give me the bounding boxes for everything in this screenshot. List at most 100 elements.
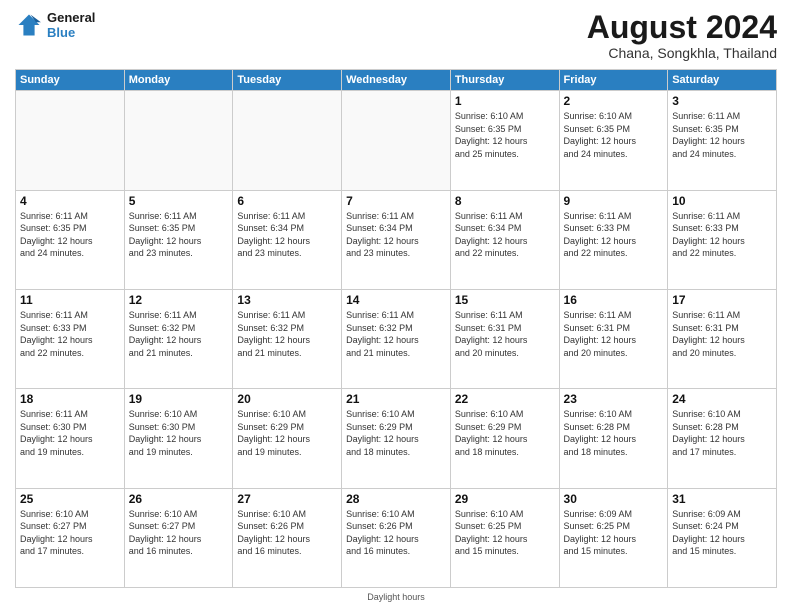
calendar-cell: 24 Sunrise: 6:10 AM Sunset: 6:28 PM Dayli…	[668, 389, 777, 488]
calendar-cell	[342, 91, 451, 190]
day-number: 30	[564, 492, 664, 506]
day-info: Sunrise: 6:11 AM Sunset: 6:34 PM Dayligh…	[346, 210, 446, 260]
calendar-cell: 15Sunrise: 6:11 AM Sunset: 6:31 PM Dayli…	[450, 289, 559, 388]
day-info: Sunrise: 6:11 AM Sunset: 6:33 PM Dayligh…	[672, 210, 772, 260]
day-info: Sunrise: 6:11 AM Sunset: 6:33 PM Dayligh…	[564, 210, 664, 260]
calendar-day-header: Sunday	[16, 70, 125, 91]
day-info: Sunrise: 6:11 AM Sunset: 6:34 PM Dayligh…	[455, 210, 555, 260]
day-info: Sunrise: 6:10 AM Sunset: 6:25 PM Dayligh…	[455, 508, 555, 558]
calendar-day-header: Wednesday	[342, 70, 451, 91]
footer-text: Daylight hours	[367, 592, 425, 602]
calendar-table: SundayMondayTuesdayWednesdayThursdayFrid…	[15, 69, 777, 588]
day-number: 13	[237, 293, 337, 307]
title-block: August 2024 Chana, Songkhla, Thailand	[587, 10, 777, 61]
day-number: 3	[672, 94, 772, 108]
day-info: Sunrise: 6:09 AM Sunset: 6:25 PM Dayligh…	[564, 508, 664, 558]
day-info: Sunrise: 6:10 AM Sunset: 6:35 PM Dayligh…	[564, 110, 664, 160]
calendar-cell: 20 Sunrise: 6:10 AM Sunset: 6:29 PM Dayli…	[233, 389, 342, 488]
calendar-cell: 1 Sunrise: 6:10 AM Sunset: 6:35 PM Daylig…	[450, 91, 559, 190]
day-info: Sunrise: 6:10 AM Sunset: 6:28 PM Dayligh…	[672, 408, 772, 458]
day-number: 14	[346, 293, 446, 307]
day-info: Sunrise: 6:10 AM Sunset: 6:27 PM Dayligh…	[129, 508, 229, 558]
calendar-cell: 7 Sunrise: 6:11 AM Sunset: 6:34 PM Daylig…	[342, 190, 451, 289]
day-info: Sunrise: 6:11 AM Sunset: 6:32 PM Dayligh…	[346, 309, 446, 359]
day-number: 18	[20, 392, 120, 406]
day-info: Sunrise: 6:11 AM Sunset: 6:35 PM Dayligh…	[20, 210, 120, 260]
day-info: Sunrise: 6:11 AM Sunset: 6:35 PM Dayligh…	[129, 210, 229, 260]
calendar-cell: 27Sunrise: 6:10 AM Sunset: 6:26 PM Dayli…	[233, 488, 342, 587]
calendar-cell: 8 Sunrise: 6:11 AM Sunset: 6:34 PM Daylig…	[450, 190, 559, 289]
day-number: 6	[237, 194, 337, 208]
day-number: 1	[455, 94, 555, 108]
day-number: 24	[672, 392, 772, 406]
logo-icon	[15, 11, 43, 39]
calendar-cell	[16, 91, 125, 190]
calendar-cell: 26Sunrise: 6:10 AM Sunset: 6:27 PM Dayli…	[124, 488, 233, 587]
calendar-cell: 9 Sunrise: 6:11 AM Sunset: 6:33 PM Daylig…	[559, 190, 668, 289]
day-info: Sunrise: 6:10 AM Sunset: 6:29 PM Dayligh…	[237, 408, 337, 458]
day-info: Sunrise: 6:10 AM Sunset: 6:26 PM Dayligh…	[346, 508, 446, 558]
calendar-cell: 4 Sunrise: 6:11 AM Sunset: 6:35 PM Daylig…	[16, 190, 125, 289]
calendar-cell: 19Sunrise: 6:10 AM Sunset: 6:30 PM Dayli…	[124, 389, 233, 488]
day-info: Sunrise: 6:11 AM Sunset: 6:35 PM Dayligh…	[672, 110, 772, 160]
day-info: Sunrise: 6:10 AM Sunset: 6:26 PM Dayligh…	[237, 508, 337, 558]
calendar-cell	[124, 91, 233, 190]
calendar-week-row: 18 Sunrise: 6:11 AM Sunset: 6:30 PM Dayli…	[16, 389, 777, 488]
calendar-cell: 30 Sunrise: 6:09 AM Sunset: 6:25 PM Dayli…	[559, 488, 668, 587]
day-info: Sunrise: 6:10 AM Sunset: 6:28 PM Dayligh…	[564, 408, 664, 458]
day-number: 19	[129, 392, 229, 406]
day-number: 16	[564, 293, 664, 307]
calendar-cell: 12Sunrise: 6:11 AM Sunset: 6:32 PM Dayli…	[124, 289, 233, 388]
footer: Daylight hours	[15, 592, 777, 602]
calendar-cell: 13Sunrise: 6:11 AM Sunset: 6:32 PM Dayli…	[233, 289, 342, 388]
calendar-cell: 29 Sunrise: 6:10 AM Sunset: 6:25 PM Dayli…	[450, 488, 559, 587]
day-number: 28	[346, 492, 446, 506]
calendar-day-header: Saturday	[668, 70, 777, 91]
calendar-cell: 18 Sunrise: 6:11 AM Sunset: 6:30 PM Dayli…	[16, 389, 125, 488]
calendar-cell	[233, 91, 342, 190]
day-info: Sunrise: 6:10 AM Sunset: 6:27 PM Dayligh…	[20, 508, 120, 558]
calendar-cell: 10 Sunrise: 6:11 AM Sunset: 6:33 PM Dayli…	[668, 190, 777, 289]
day-number: 25	[20, 492, 120, 506]
day-number: 29	[455, 492, 555, 506]
calendar-cell: 11Sunrise: 6:11 AM Sunset: 6:33 PM Dayli…	[16, 289, 125, 388]
day-number: 7	[346, 194, 446, 208]
calendar-week-row: 25 Sunrise: 6:10 AM Sunset: 6:27 PM Dayli…	[16, 488, 777, 587]
calendar-week-row: 4 Sunrise: 6:11 AM Sunset: 6:35 PM Daylig…	[16, 190, 777, 289]
day-number: 21	[346, 392, 446, 406]
calendar-week-row: 1 Sunrise: 6:10 AM Sunset: 6:35 PM Daylig…	[16, 91, 777, 190]
calendar-day-header: Thursday	[450, 70, 559, 91]
calendar-day-header: Friday	[559, 70, 668, 91]
page: General Blue August 2024 Chana, Songkhla…	[0, 0, 792, 612]
calendar-cell: 16Sunrise: 6:11 AM Sunset: 6:31 PM Dayli…	[559, 289, 668, 388]
header: General Blue August 2024 Chana, Songkhla…	[15, 10, 777, 61]
month-title: August 2024	[587, 10, 777, 45]
day-info: Sunrise: 6:11 AM Sunset: 6:34 PM Dayligh…	[237, 210, 337, 260]
calendar-cell: 14 Sunrise: 6:11 AM Sunset: 6:32 PM Dayli…	[342, 289, 451, 388]
logo-text: General Blue	[47, 10, 95, 40]
day-info: Sunrise: 6:10 AM Sunset: 6:29 PM Dayligh…	[455, 408, 555, 458]
day-number: 4	[20, 194, 120, 208]
calendar-cell: 28 Sunrise: 6:10 AM Sunset: 6:26 PM Dayli…	[342, 488, 451, 587]
day-number: 10	[672, 194, 772, 208]
calendar-day-header: Tuesday	[233, 70, 342, 91]
day-info: Sunrise: 6:11 AM Sunset: 6:33 PM Dayligh…	[20, 309, 120, 359]
calendar-cell: 2Sunrise: 6:10 AM Sunset: 6:35 PM Daylig…	[559, 91, 668, 190]
day-info: Sunrise: 6:11 AM Sunset: 6:30 PM Dayligh…	[20, 408, 120, 458]
calendar-cell: 3 Sunrise: 6:11 AM Sunset: 6:35 PM Daylig…	[668, 91, 777, 190]
day-number: 20	[237, 392, 337, 406]
day-info: Sunrise: 6:10 AM Sunset: 6:35 PM Dayligh…	[455, 110, 555, 160]
day-number: 17	[672, 293, 772, 307]
day-number: 31	[672, 492, 772, 506]
calendar-cell: 22Sunrise: 6:10 AM Sunset: 6:29 PM Dayli…	[450, 389, 559, 488]
calendar-header-row: SundayMondayTuesdayWednesdayThursdayFrid…	[16, 70, 777, 91]
day-info: Sunrise: 6:11 AM Sunset: 6:31 PM Dayligh…	[672, 309, 772, 359]
day-number: 12	[129, 293, 229, 307]
day-number: 9	[564, 194, 664, 208]
day-number: 15	[455, 293, 555, 307]
day-info: Sunrise: 6:09 AM Sunset: 6:24 PM Dayligh…	[672, 508, 772, 558]
calendar-cell: 21Sunrise: 6:10 AM Sunset: 6:29 PM Dayli…	[342, 389, 451, 488]
day-number: 8	[455, 194, 555, 208]
logo: General Blue	[15, 10, 95, 40]
calendar-cell: 5Sunrise: 6:11 AM Sunset: 6:35 PM Daylig…	[124, 190, 233, 289]
